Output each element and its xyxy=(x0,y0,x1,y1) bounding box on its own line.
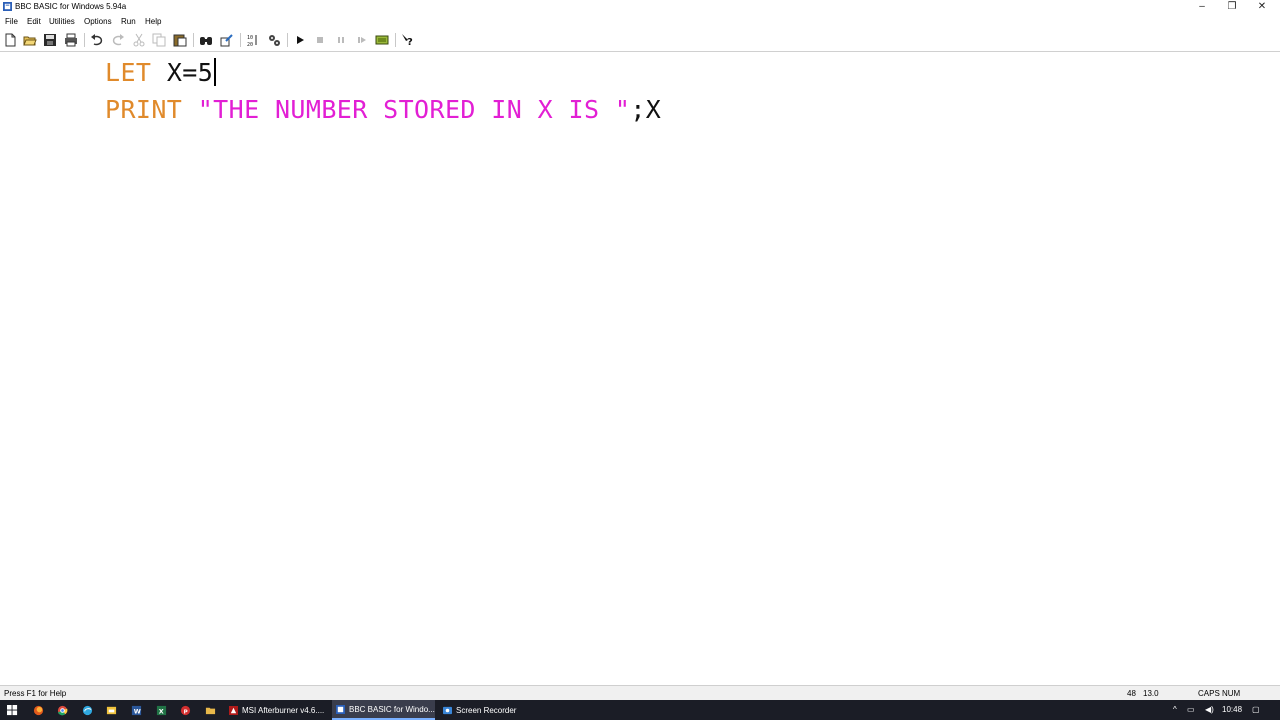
firefox-icon[interactable] xyxy=(31,703,45,717)
minimize-button[interactable]: – xyxy=(1187,0,1217,14)
renumber-icon[interactable]: 10 20 xyxy=(245,32,261,48)
help-icon[interactable]: ? xyxy=(400,32,416,48)
code-line-2[interactable]: PRINT "THE NUMBER STORED IN X IS ";X xyxy=(105,95,661,124)
run-icon[interactable] xyxy=(292,32,308,48)
string-literal: "THE NUMBER STORED IN X IS " xyxy=(197,95,631,124)
taskbar-app-label: Screen Recorder xyxy=(456,705,517,715)
restore-button[interactable]: ❐ xyxy=(1217,0,1247,14)
open-icon[interactable] xyxy=(22,32,38,48)
keyword-print: PRINT xyxy=(105,95,183,124)
menu-options[interactable]: Options xyxy=(84,17,112,27)
status-position: 48 xyxy=(1127,689,1136,698)
paste-icon[interactable] xyxy=(172,32,188,48)
code-line-1[interactable]: LET X=5 xyxy=(105,58,217,87)
screen-recorder-icon xyxy=(443,706,452,714)
undo-icon[interactable] xyxy=(89,32,105,48)
bbc-basic-app-icon xyxy=(3,2,12,11)
cut-icon[interactable] xyxy=(131,32,147,48)
step-icon[interactable] xyxy=(354,32,370,48)
taskbar-app-label: BBC BASIC for Windo... xyxy=(349,704,435,714)
folder-icon[interactable] xyxy=(203,703,217,717)
window-title: BBC BASIC for Windows 5.94a xyxy=(15,2,127,11)
word-icon[interactable]: W xyxy=(129,703,143,717)
excel-icon[interactable]: X xyxy=(154,703,168,717)
menu-run[interactable]: Run xyxy=(121,17,136,27)
svg-text:W: W xyxy=(133,707,140,715)
status-num: NUM xyxy=(1222,689,1241,698)
msi-afterburner-icon xyxy=(229,705,238,715)
status-bar: Press F1 for Help 48 13.0 CAPS NUM xyxy=(0,685,1280,701)
immediate-icon[interactable] xyxy=(374,32,390,48)
menu-file[interactable]: File xyxy=(5,17,18,27)
volume-icon[interactable]: ◀) xyxy=(1205,700,1214,720)
status-help-text: Press F1 for Help xyxy=(4,689,67,698)
copy-icon[interactable] xyxy=(151,32,167,48)
bbc-basic-icon xyxy=(336,704,345,714)
chrome-icon[interactable] xyxy=(55,703,69,717)
print-icon[interactable] xyxy=(63,32,79,48)
code-text: ;X xyxy=(630,95,662,124)
taskbar: W X P MSI Afterburner v4.6.... BBC BASIC… xyxy=(0,700,1280,720)
network-icon[interactable]: ▭ xyxy=(1187,700,1195,720)
edge-icon[interactable] xyxy=(80,703,94,717)
text-caret xyxy=(214,58,217,86)
pause-icon[interactable] xyxy=(333,32,349,48)
replace-icon[interactable] xyxy=(219,32,235,48)
toolbar-separator xyxy=(287,33,288,47)
svg-text:X: X xyxy=(158,707,163,715)
compile-icon[interactable] xyxy=(266,32,282,48)
svg-text:20: 20 xyxy=(247,42,253,47)
svg-text:P: P xyxy=(183,709,187,715)
new-icon[interactable] xyxy=(2,32,18,48)
code-text: X=5 xyxy=(166,58,214,87)
code-editor[interactable]: LET X=5 PRINT "THE NUMBER STORED IN X IS… xyxy=(0,52,1280,685)
taskbar-app-screen-recorder[interactable]: Screen Recorder xyxy=(439,700,539,720)
menu-help[interactable]: Help xyxy=(145,17,161,27)
status-caps: CAPS xyxy=(1198,689,1220,698)
menu-utilities[interactable]: Utilities xyxy=(49,17,75,27)
notification-icon[interactable]: ▢ xyxy=(1252,700,1260,720)
menu-bar: File Edit Utilities Options Run Help xyxy=(0,15,1280,29)
find-icon[interactable] xyxy=(198,32,214,48)
toolbar-separator xyxy=(240,33,241,47)
svg-text:10: 10 xyxy=(247,35,253,41)
svg-text:?: ? xyxy=(407,37,413,47)
redo-icon[interactable] xyxy=(110,32,126,48)
stop-icon[interactable] xyxy=(312,32,328,48)
tray-chevron-icon[interactable]: ^ xyxy=(1173,700,1177,720)
save-icon[interactable] xyxy=(42,32,58,48)
toolbar-separator xyxy=(84,33,85,47)
windows-start-icon[interactable] xyxy=(5,703,19,717)
title-bar: BBC BASIC for Windows 5.94a – ❐ ✕ xyxy=(0,0,1280,14)
toolbar: 10 20 ? xyxy=(0,29,1280,52)
toolbar-separator xyxy=(395,33,396,47)
keyword-let: LET xyxy=(105,58,152,87)
taskbar-app-bbc-basic[interactable]: BBC BASIC for Windo... xyxy=(332,700,435,720)
status-size: 13.0 xyxy=(1143,689,1159,698)
close-button[interactable]: ✕ xyxy=(1247,0,1277,14)
file-explorer-icon[interactable] xyxy=(104,703,118,717)
pdf-reader-icon[interactable]: P xyxy=(178,703,192,717)
taskbar-app-label: MSI Afterburner v4.6.... xyxy=(242,705,325,715)
toolbar-separator xyxy=(193,33,194,47)
clock-time[interactable]: 10:48 xyxy=(1222,700,1242,720)
menu-edit[interactable]: Edit xyxy=(27,17,41,27)
taskbar-app-msi-afterburner[interactable]: MSI Afterburner v4.6.... xyxy=(225,700,328,720)
